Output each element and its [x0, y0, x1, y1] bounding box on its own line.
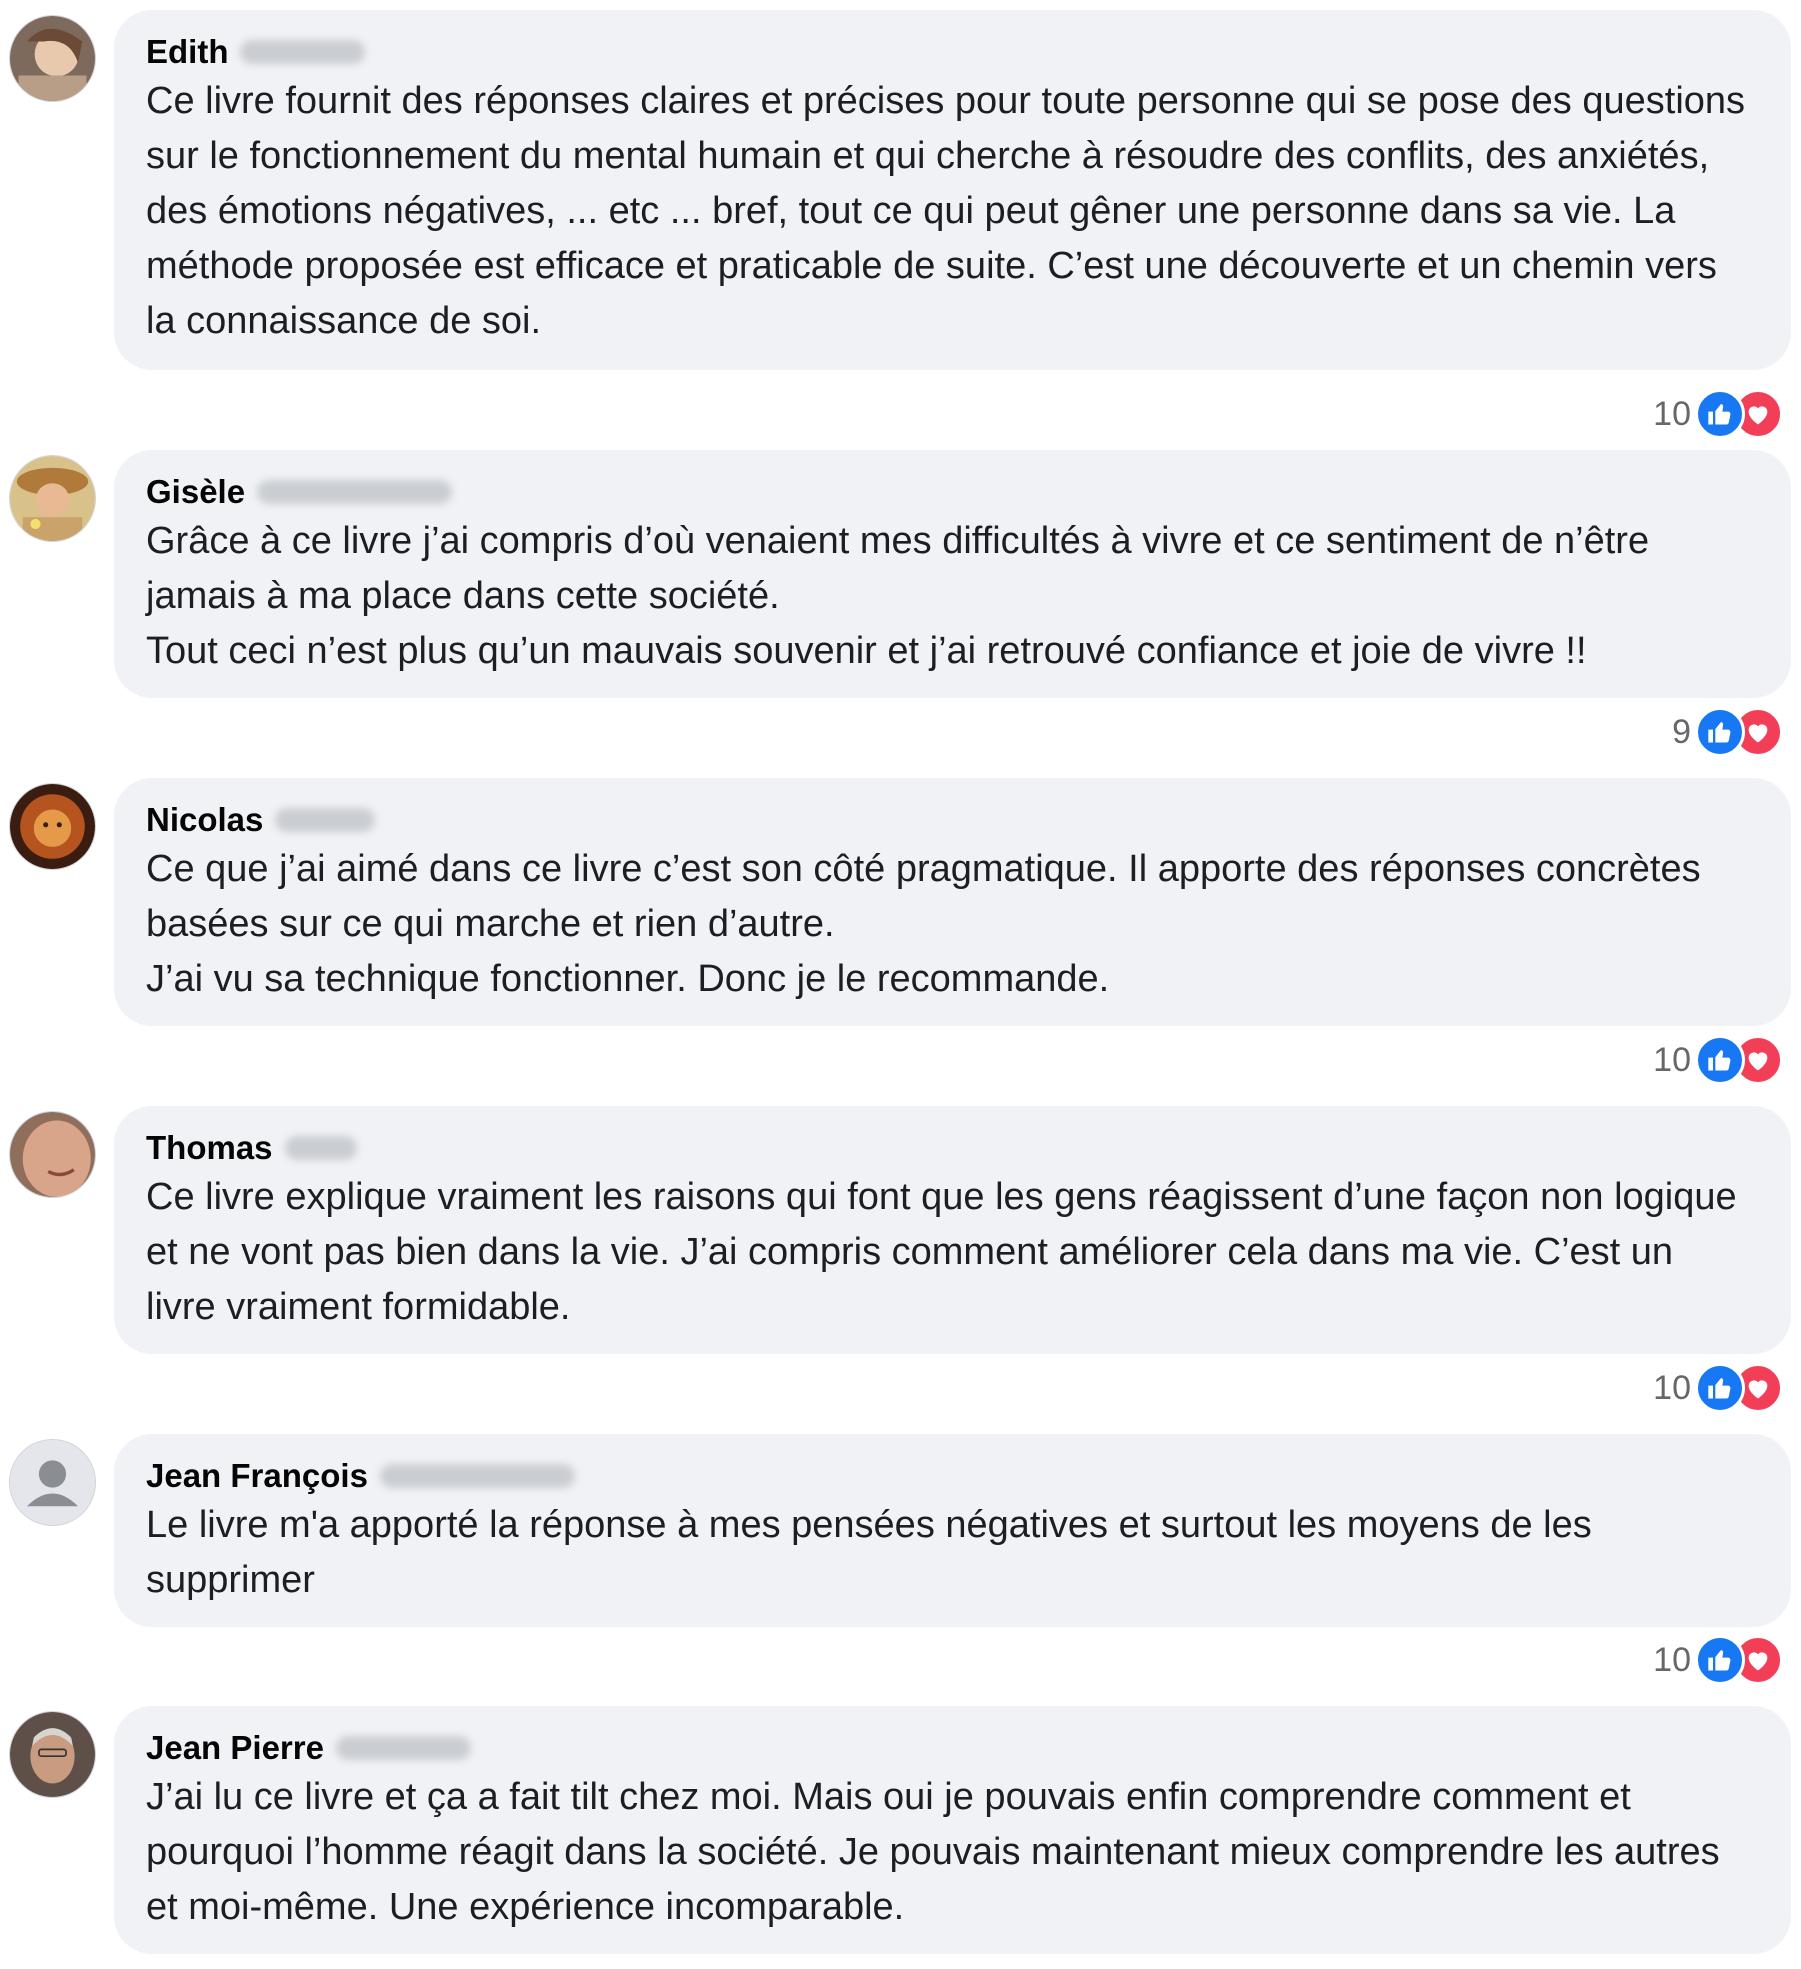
- reaction-count: 10: [1653, 1640, 1691, 1679]
- avatar-photo: [10, 16, 95, 101]
- comment-text: Ce livre explique vraiment les raisons q…: [146, 1176, 1737, 1328]
- reaction-count: 10: [1653, 394, 1691, 433]
- reaction-summary[interactable]: 10: [1653, 1634, 1783, 1686]
- avatar[interactable]: [9, 455, 96, 542]
- default-avatar-icon: [10, 1440, 95, 1525]
- like-icon: [1695, 1035, 1745, 1085]
- comment-bubble: Jean Pierre J’ai lu ce livre et ça a fai…: [114, 1706, 1791, 1954]
- avatar-photo: [10, 1112, 95, 1197]
- reaction-count: 9: [1672, 712, 1691, 751]
- avatar[interactable]: [9, 783, 96, 870]
- avatar[interactable]: [9, 1711, 96, 1798]
- comment-text: Le livre m'a apporté la réponse à mes pe…: [146, 1504, 1592, 1601]
- like-icon: [1695, 1363, 1745, 1413]
- comment-bubble: Edith Ce livre fournit des réponses clai…: [114, 10, 1791, 370]
- comment-bubble: Nicolas Ce que j’ai aimé dans ce livre c…: [114, 778, 1791, 1026]
- redacted-surname: [240, 40, 366, 64]
- comment-bubble: Thomas Ce livre explique vraiment les ra…: [114, 1106, 1791, 1354]
- like-icon: [1695, 1635, 1745, 1685]
- avatar[interactable]: [9, 15, 96, 102]
- comment-author[interactable]: Thomas: [146, 1129, 273, 1167]
- reaction-count: 10: [1653, 1040, 1691, 1079]
- reaction-summary[interactable]: 10: [1653, 1362, 1783, 1414]
- avatar-photo: [10, 456, 95, 541]
- comment-text: Ce que j’ai aimé dans ce livre c’est son…: [146, 848, 1701, 1000]
- comment-text: Grâce à ce livre j’ai compris d’où venai…: [146, 520, 1650, 672]
- like-icon: [1695, 389, 1745, 439]
- reaction-summary[interactable]: 10: [1653, 388, 1783, 440]
- avatar[interactable]: [9, 1111, 96, 1198]
- comment-author[interactable]: Nicolas: [146, 801, 263, 839]
- redacted-surname: [379, 1464, 575, 1488]
- comment-author[interactable]: Jean Pierre: [146, 1729, 324, 1767]
- like-icon: [1695, 707, 1745, 757]
- comment-bubble: Jean François Le livre m'a apporté la ré…: [114, 1434, 1791, 1627]
- reaction-summary[interactable]: 10: [1653, 1034, 1783, 1086]
- comment-author[interactable]: Edith: [146, 33, 228, 71]
- avatar-photo: [10, 1712, 95, 1797]
- comment-bubble: Gisèle Grâce à ce livre j’ai compris d’o…: [114, 450, 1791, 698]
- redacted-surname: [284, 1136, 357, 1160]
- avatar-photo: [10, 784, 95, 869]
- reaction-count: 10: [1653, 1368, 1691, 1407]
- redacted-surname: [335, 1736, 471, 1760]
- avatar[interactable]: [9, 1439, 96, 1526]
- comment-author[interactable]: Gisèle: [146, 473, 245, 511]
- reaction-summary[interactable]: 9: [1672, 706, 1783, 758]
- redacted-surname: [275, 808, 376, 832]
- comment-text: J’ai lu ce livre et ça a fait tilt chez …: [146, 1776, 1720, 1928]
- comment-text: Ce livre fournit des réponses claires et…: [146, 80, 1746, 342]
- comment-author[interactable]: Jean François: [146, 1457, 368, 1495]
- redacted-surname: [257, 480, 453, 504]
